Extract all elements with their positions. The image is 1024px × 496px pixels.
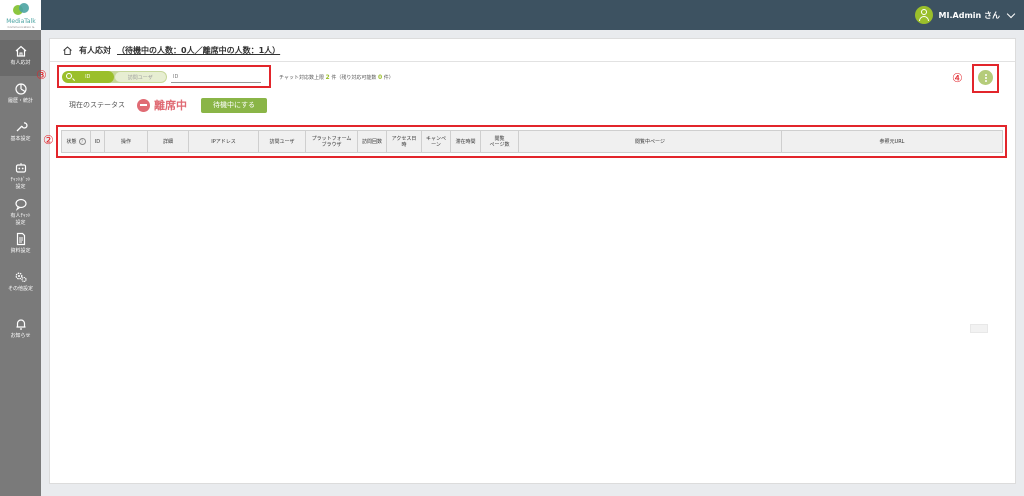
column-header-access-time[interactable]: アクセス日 時 — [387, 131, 422, 152]
toggle-option-visitor[interactable]: 訪問ユーザ — [114, 72, 166, 82]
logo-text: MediaTalk — [6, 18, 36, 25]
wrench-icon — [14, 120, 28, 134]
dot-icon — [984, 79, 987, 82]
chevron-down-icon — [1006, 9, 1016, 18]
page-title: 有人応対 — [79, 46, 111, 55]
top-bar: MediaTalk Communication & Support MI.Adm… — [0, 0, 1024, 33]
status-row: 現在のステータス 離席中 待機中にする — [69, 97, 267, 113]
away-status-icon — [137, 98, 150, 112]
column-header-visitor[interactable]: 訪問ユーザ — [259, 131, 306, 152]
dot-icon — [984, 76, 987, 79]
sidebar-item-label: 有人ﾁｬｯﾄ 設定 — [10, 213, 31, 226]
sidebar-item-manned-support[interactable]: 有人応対 — [0, 40, 41, 76]
chat-remaining-value: 0 — [377, 74, 383, 81]
home-icon[interactable] — [62, 45, 73, 56]
search-icon — [66, 73, 72, 79]
annotation-marker-2: ② — [43, 133, 54, 147]
document-icon — [14, 232, 28, 246]
column-header-status[interactable]: 状態? — [62, 131, 91, 152]
visitor-table-header: 状態? ID 操作 詳細 IPアドレス 訪問ユーザ プラットフォーム ブラウザ … — [61, 130, 1003, 153]
column-header-referrer-url[interactable]: 参照元URL — [782, 131, 1002, 152]
more-options-button[interactable] — [978, 70, 993, 85]
visitor-counts[interactable]: （待機中の人数：0人／離席中の人数：1人） — [117, 45, 280, 56]
status-label: 現在のステータス — [69, 101, 125, 109]
sidebar-item-chatbot-settings[interactable]: ﾁｬｯﾄﾎﾞｯﾄ 設定 — [0, 161, 41, 191]
pie-chart-icon — [14, 82, 28, 96]
annotation-marker-3: ③ — [36, 68, 47, 82]
main-panel: 有人応対 （待機中の人数：0人／離席中の人数：1人） ③ ID 訪問ユーザ チャ… — [36, 38, 1016, 484]
chat-bubble-icon — [14, 197, 28, 211]
column-header-platform[interactable]: プラットフォーム ブラウザ — [306, 131, 358, 152]
set-standby-button[interactable]: 待機中にする — [201, 97, 267, 113]
help-icon[interactable]: ? — [78, 138, 86, 145]
user-avatar-icon — [914, 6, 933, 24]
user-menu[interactable]: MI.Admin さん — [914, 4, 1016, 26]
home-icon — [14, 44, 28, 58]
logo-icon — [13, 3, 29, 17]
column-header-details[interactable]: 詳細 — [148, 131, 189, 152]
column-header-page-count[interactable]: 閲覧 ページ数 — [481, 131, 519, 152]
column-header-campaign[interactable]: キャンペ ーン — [422, 131, 451, 152]
column-header-ip-address[interactable]: IPアドレス — [189, 131, 259, 152]
gears-icon — [14, 270, 28, 284]
sidebar-item-basic-settings[interactable]: 基本設定 — [0, 120, 41, 143]
bell-icon — [14, 317, 28, 331]
sidebar-item-label: ﾁｬｯﾄﾎﾞｯﾄ 設定 — [10, 177, 31, 190]
sidebar-item-history[interactable]: 履歴・統計 — [0, 82, 41, 105]
sidebar-item-document-settings[interactable]: 資料設定 — [0, 232, 41, 255]
search-mode-toggle[interactable]: ID 訪問ユーザ — [62, 71, 167, 83]
sidebar: 有人応対 履歴・統計 基本設定 ﾁｬｯﾄﾎﾞｯﾄ 設定 有人ﾁｬｯﾄ 設定 資料… — [0, 30, 41, 496]
sidebar-item-chat-settings[interactable]: 有人ﾁｬｯﾄ 設定 — [0, 197, 41, 227]
column-header-visit-count[interactable]: 訪問回数 — [358, 131, 387, 152]
search-area: ID 訪問ユーザ — [62, 71, 261, 83]
dot-icon — [984, 73, 987, 76]
search-input[interactable] — [171, 71, 261, 83]
column-header-stay-time[interactable]: 滞在時間 — [451, 131, 481, 152]
sidebar-item-label: 有人応対 — [10, 60, 31, 66]
status-value: 離席中 — [154, 99, 187, 112]
breadcrumb: 有人応対 （待機中の人数：0人／離席中の人数：1人） — [62, 45, 280, 56]
app-logo[interactable]: MediaTalk Communication & Support — [0, 0, 41, 33]
chat-limit-info: チャット対応数上限 2 件（残り対応可能数 0 件） — [279, 74, 394, 81]
sidebar-item-label: 資料設定 — [10, 248, 31, 254]
annotation-marker-4: ④ — [952, 71, 963, 85]
chat-limit-value: 2 — [325, 74, 330, 81]
sidebar-item-label: 履歴・統計 — [7, 98, 33, 104]
sidebar-item-notifications[interactable]: お知らせ — [0, 317, 41, 340]
robot-icon — [14, 161, 28, 175]
sidebar-item-label: 基本設定 — [10, 136, 31, 142]
column-header-id[interactable]: ID — [91, 131, 105, 152]
divider — [50, 61, 1015, 62]
column-header-operation[interactable]: 操作 — [105, 131, 148, 152]
sidebar-item-label: お知らせ — [10, 333, 31, 339]
scroll-handle[interactable] — [970, 324, 988, 333]
column-header-current-page[interactable]: 閲覧中ページ — [519, 131, 782, 152]
sidebar-item-other-settings[interactable]: その他設定 — [0, 270, 41, 293]
toggle-option-id[interactable]: ID — [62, 71, 114, 83]
user-name: MI.Admin さん — [938, 10, 1000, 20]
sidebar-item-label: その他設定 — [7, 286, 33, 292]
